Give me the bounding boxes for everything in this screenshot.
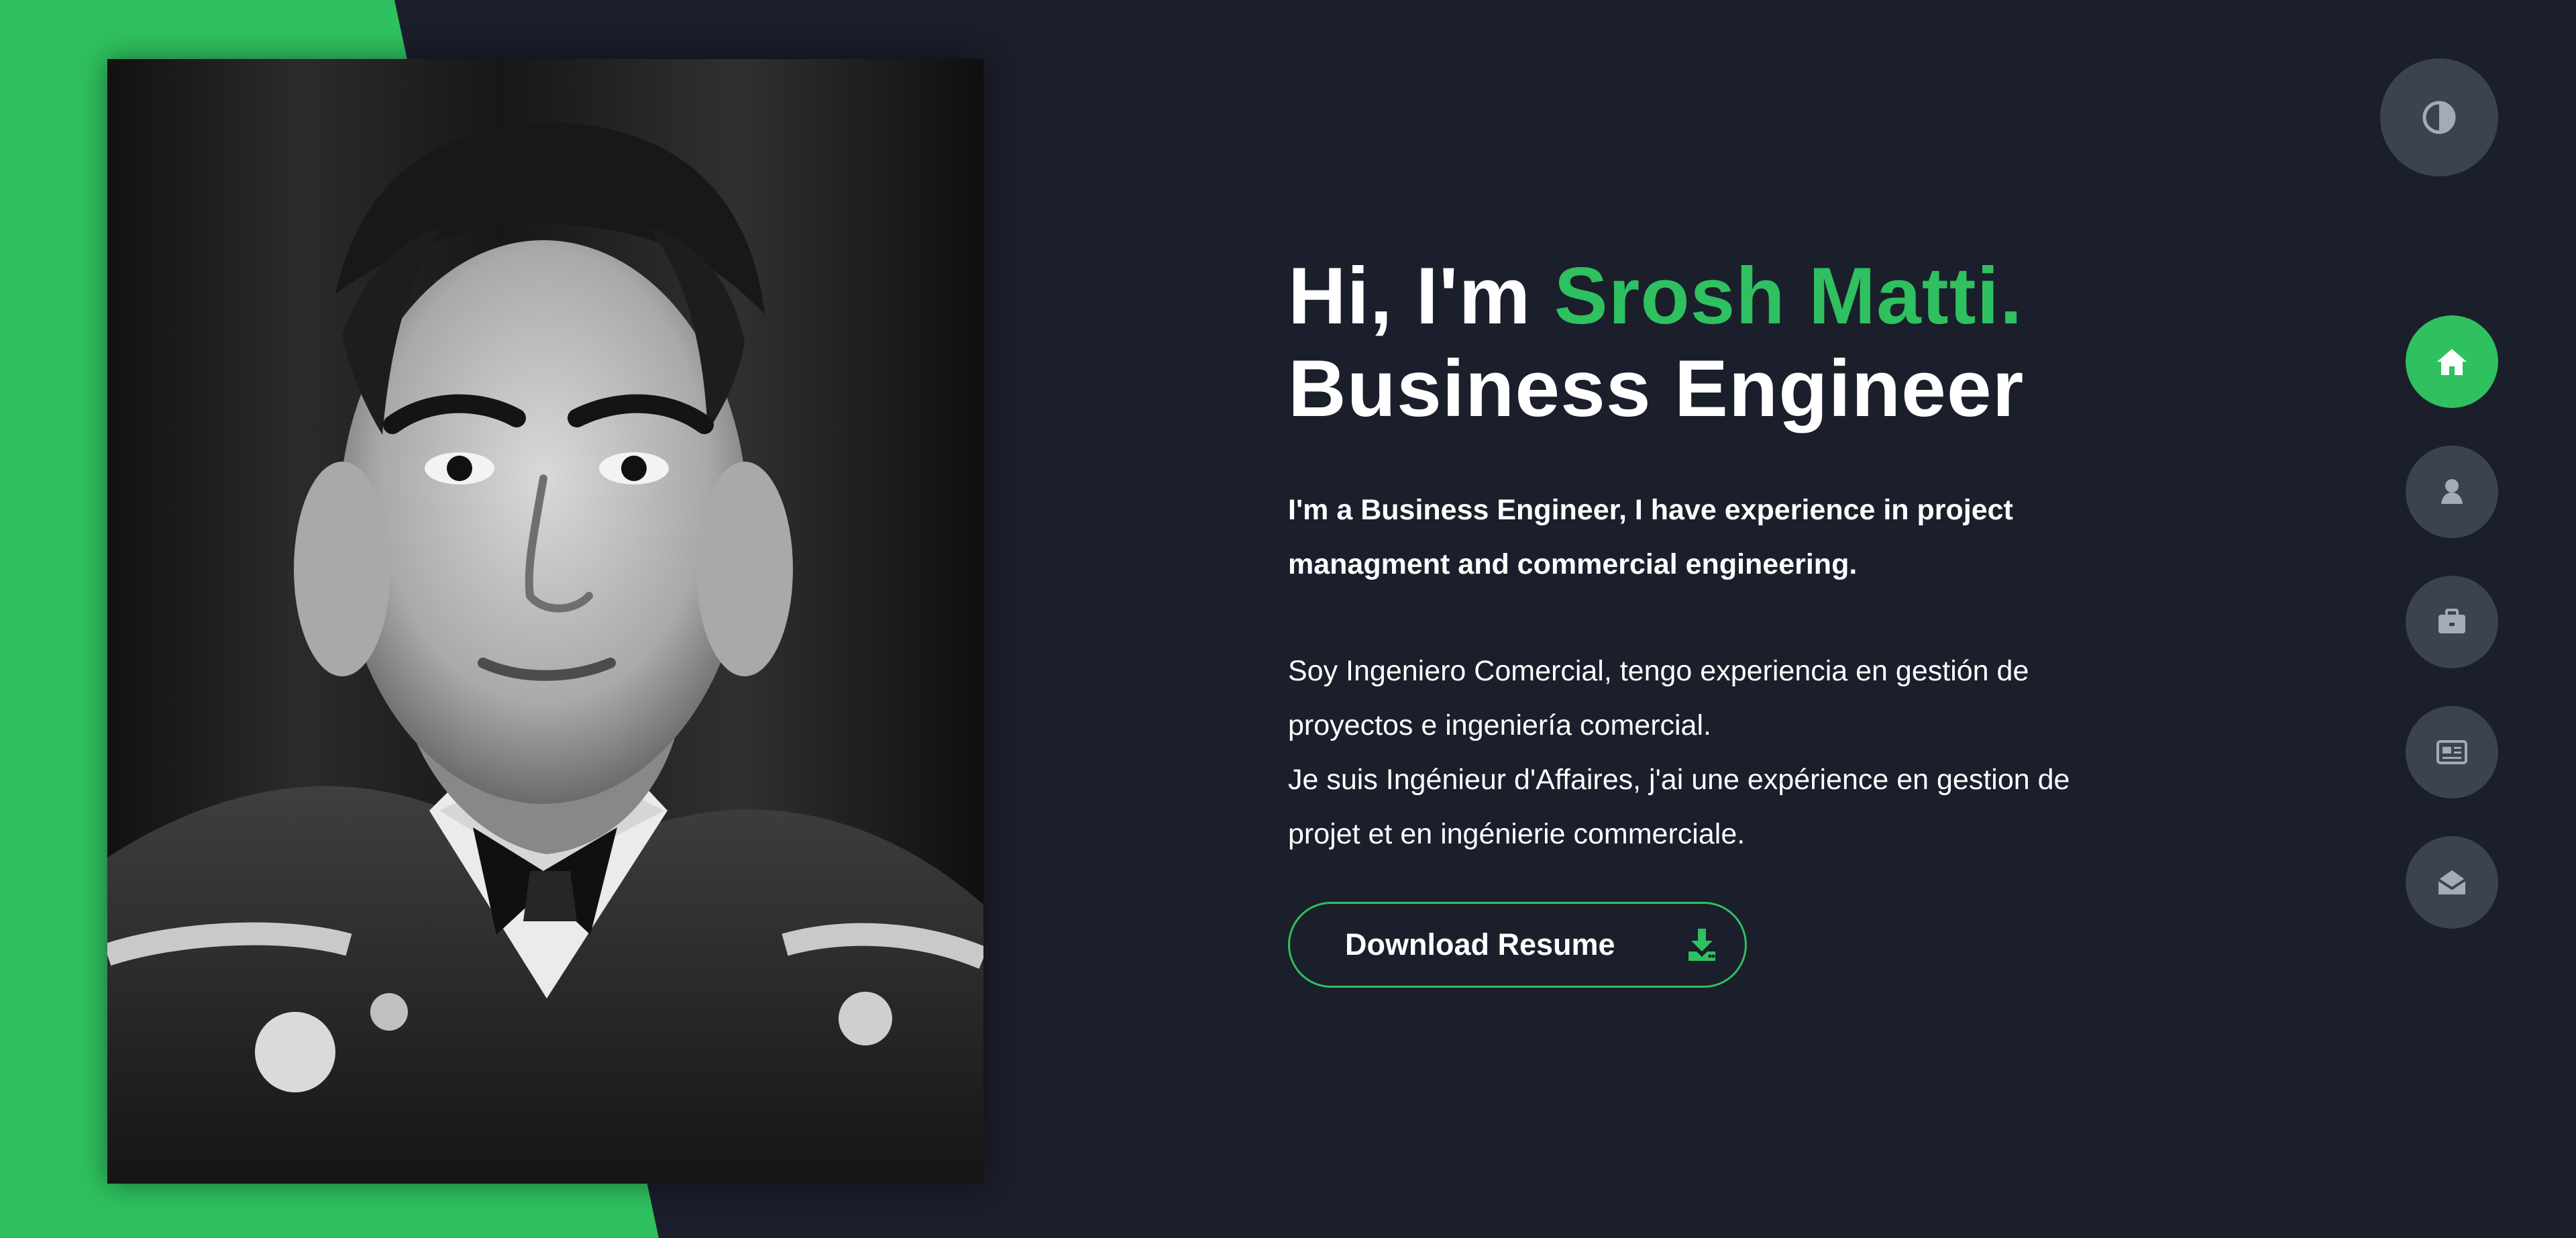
nav-item-portfolio[interactable] bbox=[2406, 576, 2498, 668]
envelope-open-icon bbox=[2437, 870, 2467, 894]
hero-title: Business Engineer bbox=[1288, 344, 2025, 433]
newspaper-icon bbox=[2436, 740, 2467, 764]
intro-french: Je suis Ingénieur d'Affaires, j'ai une e… bbox=[1288, 764, 2070, 850]
download-resume-label: Download Resume bbox=[1345, 927, 1615, 962]
user-icon bbox=[2441, 479, 2463, 504]
hero-content: Hi, I'm Srosh Matti. Business Engineer I… bbox=[1288, 250, 2133, 988]
download-icon bbox=[1688, 929, 1715, 961]
nav-item-blog[interactable] bbox=[2406, 706, 2498, 798]
side-navigation bbox=[2406, 315, 2500, 966]
hero-name: Srosh Matti. bbox=[1554, 251, 2023, 341]
home-icon bbox=[2437, 349, 2467, 375]
hero-page: Hi, I'm Srosh Matti. Business Engineer I… bbox=[0, 0, 2576, 1238]
nav-item-about[interactable] bbox=[2406, 446, 2498, 538]
briefcase-icon bbox=[2438, 609, 2465, 633]
intro-english: I'm a Business Engineer, I have experien… bbox=[1288, 494, 2013, 580]
download-resume-button[interactable]: Download Resume bbox=[1288, 902, 1747, 988]
theme-toggle-button[interactable] bbox=[2380, 58, 2498, 176]
nav-item-home[interactable] bbox=[2406, 315, 2498, 408]
intro-spanish: Soy Ingeniero Comercial, tengo experienc… bbox=[1288, 655, 2029, 741]
contrast-icon bbox=[2422, 101, 2456, 134]
nav-item-contact[interactable] bbox=[2406, 836, 2498, 929]
greeting-prefix: Hi, I'm bbox=[1288, 251, 1554, 341]
profile-photo bbox=[107, 59, 983, 1184]
hero-headline: Hi, I'm Srosh Matti. Business Engineer bbox=[1288, 250, 2133, 435]
